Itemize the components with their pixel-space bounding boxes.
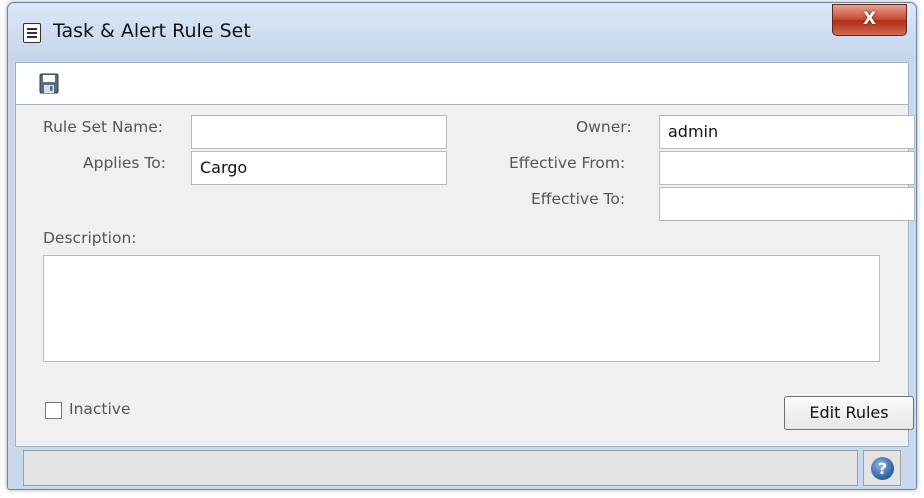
toolbar	[15, 62, 909, 105]
edit-rules-button[interactable]: Edit Rules	[784, 396, 914, 430]
help-button[interactable]: ?	[863, 450, 901, 486]
task-alert-rule-set-window: Task & Alert Rule Set X Rule Set Name: A…	[7, 2, 917, 490]
description-label: Description:	[43, 229, 137, 247]
applies-to-input[interactable]: Cargo	[191, 151, 447, 185]
title-bar[interactable]: Task & Alert Rule Set X	[8, 3, 916, 61]
status-text	[23, 450, 858, 486]
rule-set-name-label: Rule Set Name:	[43, 118, 163, 136]
close-button[interactable]: X	[832, 4, 907, 36]
applies-to-label: Applies To:	[83, 154, 166, 172]
rule-set-name-input[interactable]	[191, 115, 447, 149]
rule-set-form: Rule Set Name: Applies To: Cargo Owner: …	[15, 105, 915, 447]
status-bar: ?	[23, 450, 901, 488]
document-icon	[23, 23, 41, 43]
effective-from-input[interactable]	[659, 151, 915, 185]
owner-input[interactable]: admin	[659, 115, 915, 149]
window-title: Task & Alert Rule Set	[53, 20, 251, 42]
effective-from-label: Effective From:	[509, 154, 626, 172]
description-textarea[interactable]	[43, 255, 880, 362]
effective-to-label: Effective To:	[531, 190, 626, 208]
inactive-label: Inactive	[69, 400, 131, 418]
inactive-checkbox[interactable]	[45, 402, 62, 419]
owner-label: Owner:	[576, 118, 632, 136]
help-icon: ?	[871, 457, 894, 480]
save-icon[interactable]	[39, 73, 59, 94]
effective-to-input[interactable]	[659, 187, 915, 221]
